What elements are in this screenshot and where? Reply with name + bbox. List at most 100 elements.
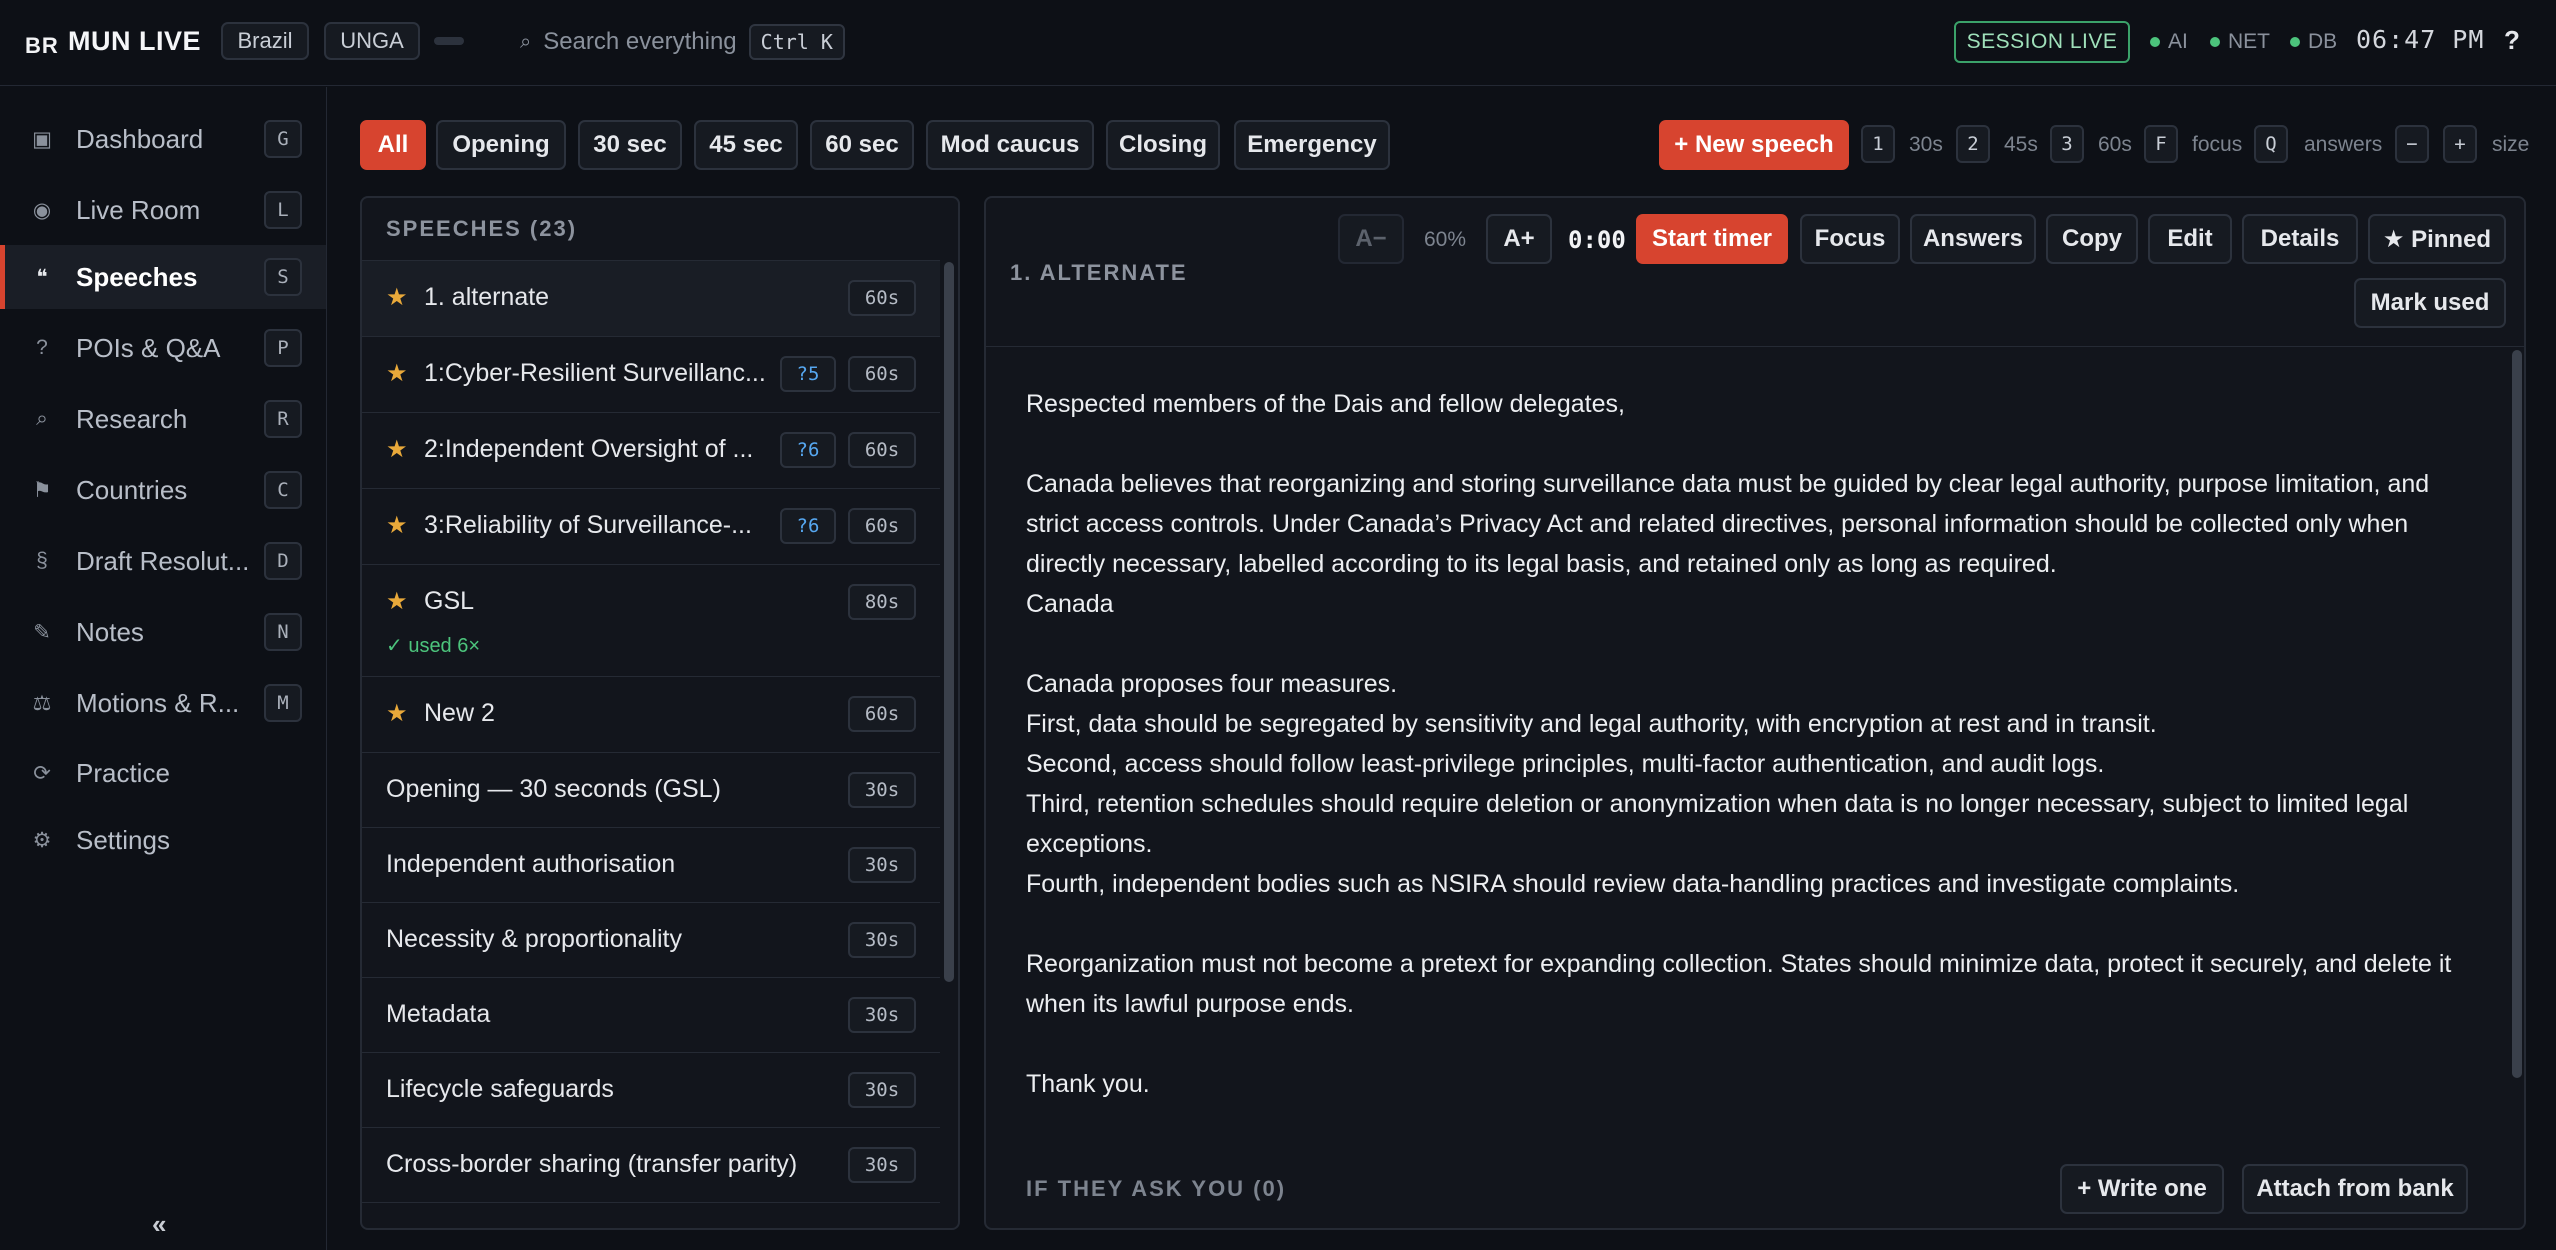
speech-title: Lifecycle safeguards (386, 1075, 614, 1103)
speech-detail-panel: 1. ALTERNATE A− 60% A+ 0:00 Start timer … (984, 196, 2526, 1230)
list-item[interactable] (362, 1202, 940, 1228)
list-item[interactable]: ★ GSL ✓ used 6× 80s (362, 564, 940, 676)
list-item[interactable]: ★ 1:Cyber-Resilient Surveillanc... ?5 60… (362, 336, 940, 412)
star-icon: ★ (386, 700, 408, 727)
shortcut-key: D (264, 542, 302, 580)
sidebar-item-dashboard[interactable]: ▣ Dashboard G (0, 107, 326, 171)
mark-used-button[interactable]: Mark used (2354, 278, 2506, 328)
list-item[interactable]: ★ New 2 60s (362, 676, 940, 752)
filter-mod-caucus[interactable]: Mod caucus (926, 120, 1094, 170)
focus-button[interactable]: Focus (1800, 214, 1900, 264)
speech-paragraph (1026, 424, 2476, 464)
shortcut-key: L (264, 191, 302, 229)
sidebar-item-live-room[interactable]: ◉ Live Room L (0, 178, 326, 242)
list-item[interactable]: Metadata 30s (362, 977, 940, 1052)
duration-badge: 30s (848, 922, 916, 958)
sidebar-item-label: Notes (76, 616, 144, 647)
search-shortcut: Ctrl K (748, 24, 845, 60)
filter-30-sec[interactable]: 30 sec (578, 120, 682, 170)
duration-badge: 60s (848, 508, 916, 544)
filter-all[interactable]: All (360, 120, 426, 170)
size-decrease-button[interactable]: − (2395, 125, 2429, 163)
shortcut-key-2[interactable]: 2 (1956, 125, 1990, 163)
answers-button[interactable]: Answers (1910, 214, 2036, 264)
details-button[interactable]: Details (2242, 214, 2358, 264)
question-icon: ? (36, 336, 48, 359)
speech-list-panel: SPEECHES (23) ★ 1. alternate 60s ★ 1:Cyb… (360, 196, 960, 1230)
sidebar-item-pois[interactable]: ? POIs & Q&A P (0, 316, 326, 380)
toggle-placeholder[interactable] (434, 37, 464, 45)
shortcut-key-1[interactable]: 1 (1861, 125, 1895, 163)
help-button[interactable]: ? (2504, 25, 2520, 56)
sidebar-item-label: Research (76, 403, 188, 434)
sidebar-item-motions[interactable]: ⚖ Motions & R... M (0, 671, 326, 735)
list-item[interactable]: ★ 3:Reliability of Surveillance-... ?6 6… (362, 488, 940, 564)
size-increase-button[interactable]: + (2443, 125, 2477, 163)
speech-list-heading: SPEECHES (23) (386, 216, 578, 241)
shortcut-label: 45s (2004, 133, 2038, 156)
status-dot-icon (2150, 37, 2160, 47)
filter-60-sec[interactable]: 60 sec (810, 120, 914, 170)
shortcut-key-answers[interactable]: Q (2254, 125, 2288, 163)
list-item[interactable]: Opening — 30 seconds (GSL) 30s (362, 752, 940, 827)
speech-title: Necessity & proportionality (386, 925, 682, 953)
duration-badge: 30s (848, 847, 916, 883)
sidebar-item-label: Countries (76, 474, 188, 505)
sidebar-item-settings[interactable]: ⚙ Settings (0, 808, 326, 872)
shortcut-label: answers (2304, 133, 2383, 156)
duration-badge: 80s (848, 584, 916, 620)
shortcut-key-focus[interactable]: F (2144, 125, 2178, 163)
font-increase-button[interactable]: A+ (1486, 214, 1552, 264)
pinned-button[interactable]: ★ Pinned (2368, 214, 2506, 264)
list-item[interactable]: Lifecycle safeguards 30s (362, 1052, 940, 1127)
start-timer-button[interactable]: Start timer (1636, 214, 1788, 264)
new-speech-button[interactable]: + New speech (1659, 120, 1849, 170)
list-item[interactable]: Cross-border sharing (transfer parity) 3… (362, 1127, 940, 1202)
sidebar-item-label: Dashboard (76, 123, 204, 154)
list-item[interactable]: Independent authorisation 30s (362, 827, 940, 902)
status-ai-label: AI (2168, 30, 2188, 53)
status-dot-icon (2210, 37, 2220, 47)
detail-scrollbar[interactable] (2512, 350, 2522, 1078)
attach-from-bank-button[interactable]: Attach from bank (2242, 1164, 2468, 1214)
star-icon: ★ (386, 360, 408, 387)
search-box[interactable]: ⌕ Search everything Ctrl K (520, 22, 845, 62)
speech-paragraph: Reorganization must not become a pretext… (1026, 950, 2452, 1018)
search-placeholder: Search everything (543, 28, 737, 55)
filter-opening[interactable]: Opening (436, 120, 566, 170)
filter-45-sec[interactable]: 45 sec (694, 120, 798, 170)
list-scrollbar[interactable] (944, 262, 954, 982)
sidebar-item-label: Live Room (76, 194, 201, 225)
star-icon: ★ (386, 512, 408, 539)
filter-emergency[interactable]: Emergency (1234, 120, 1390, 170)
status-ai: AI (2150, 30, 2188, 54)
collapse-sidebar-button[interactable]: « (152, 1209, 166, 1240)
header-divider (986, 346, 2524, 347)
sidebar-item-practice[interactable]: ⟳ Practice (0, 741, 326, 805)
list-item[interactable]: ★ 1. alternate 60s (362, 260, 940, 336)
shortcut-key-3[interactable]: 3 (2050, 125, 2084, 163)
country-chip[interactable]: Brazil (221, 22, 309, 60)
filter-closing[interactable]: Closing (1106, 120, 1220, 170)
question-count-badge: ?6 (780, 508, 836, 544)
list-item[interactable]: Necessity & proportionality 30s (362, 902, 940, 977)
section-icon: § (36, 549, 48, 572)
gear-icon: ⚙ (32, 828, 52, 852)
write-one-button[interactable]: + Write one (2060, 1164, 2224, 1214)
duration-badge: 60s (848, 696, 916, 732)
sidebar-item-notes[interactable]: ✎ Notes N (0, 600, 326, 664)
sidebar-item-speeches[interactable]: ❝ Speeches S (0, 245, 326, 309)
committee-chip[interactable]: UNGA (324, 22, 420, 60)
font-decrease-button[interactable]: A− (1338, 214, 1404, 264)
speech-title: Metadata (386, 1000, 491, 1028)
pencil-icon: ✎ (33, 620, 51, 644)
sidebar-item-draft-resolutions[interactable]: § Draft Resolut... D (0, 529, 326, 593)
copy-button[interactable]: Copy (2046, 214, 2138, 264)
edit-button[interactable]: Edit (2148, 214, 2232, 264)
status-net: NET (2210, 30, 2270, 54)
sidebar-item-countries[interactable]: ⚑ Countries C (0, 458, 326, 522)
sidebar-item-research[interactable]: ⌕ Research R (0, 387, 326, 451)
speech-paragraph (1026, 624, 2476, 664)
list-item[interactable]: ★ 2:Independent Oversight of ... ?6 60s (362, 412, 940, 488)
shortcut-label: size (2492, 133, 2530, 156)
